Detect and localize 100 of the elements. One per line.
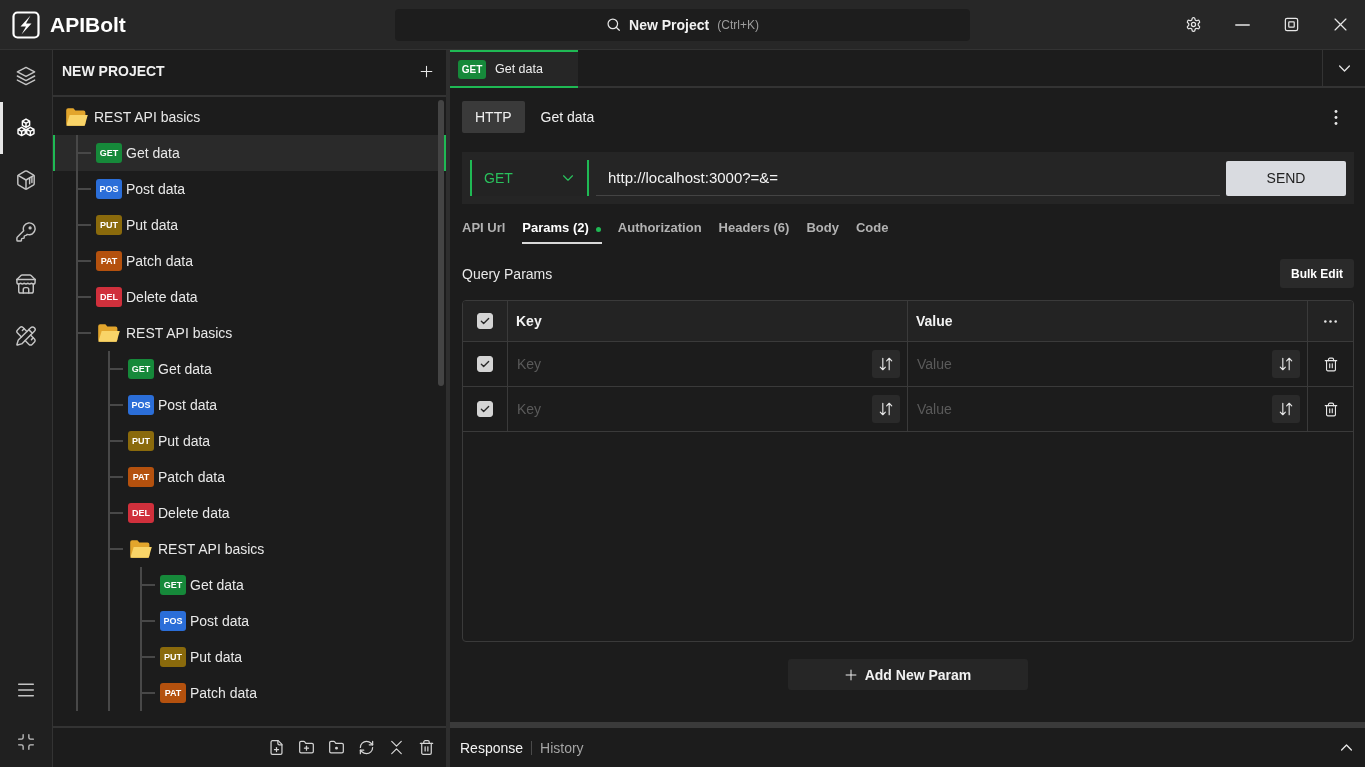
more-horizontal-icon[interactable] [1324, 319, 1337, 323]
sort-arrows-icon [879, 402, 893, 416]
trash-icon[interactable] [418, 740, 434, 755]
search-title: New Project [629, 16, 710, 33]
key-field[interactable]: Key [517, 395, 872, 423]
method-badge: DEL [96, 287, 122, 307]
section-title: Query Params [462, 265, 553, 282]
method-select[interactable]: GET [470, 160, 589, 196]
method-badge: POS [128, 395, 154, 415]
sort-arrows-icon [1279, 357, 1293, 371]
tree-item[interactable]: PUT Put data [53, 207, 446, 243]
checkbox[interactable] [477, 313, 493, 329]
plus-icon[interactable] [420, 64, 433, 78]
trash-icon[interactable] [1323, 401, 1338, 417]
chevrons-in-icon[interactable] [388, 740, 404, 755]
tree-item[interactable]: POS Post data [53, 387, 446, 423]
tree-item[interactable]: GET Get data [53, 135, 446, 171]
method-badge: GET [160, 575, 186, 595]
method-badge: GET [96, 143, 122, 163]
tree-item[interactable]: DEL Delete data [53, 279, 446, 315]
close-icon[interactable] [1333, 17, 1348, 32]
section-tab[interactable]: Body [806, 212, 840, 244]
column-header: Key [508, 301, 908, 341]
trash-icon[interactable] [1323, 356, 1338, 372]
tree-item[interactable]: REST API basics [53, 315, 446, 351]
file-plus-icon[interactable] [268, 740, 284, 755]
panel-tab[interactable]: History [540, 739, 584, 756]
swap-button[interactable] [872, 350, 900, 378]
tree-item[interactable]: POS Post data [53, 171, 446, 207]
section-tab[interactable]: Headers (6) [718, 212, 791, 244]
storefront-icon [16, 274, 36, 294]
chevron-up-icon[interactable] [1341, 744, 1352, 751]
tree-item[interactable]: GET Get data [53, 351, 446, 387]
check-icon [480, 359, 490, 369]
request-name: Get data [540, 109, 595, 125]
tree-item[interactable]: PUT Put data [53, 639, 446, 675]
cube-icon [16, 170, 36, 190]
key-field[interactable]: Key [517, 350, 872, 378]
swap-button[interactable] [872, 395, 900, 423]
method-badge: PAT [128, 467, 154, 487]
more-vertical-icon[interactable] [1334, 109, 1338, 125]
value-field[interactable]: Value [917, 350, 1272, 378]
url-bar[interactable]: GET http://localhost:3000?=&= SEND [462, 152, 1354, 204]
section-tab[interactable]: Params (2) [522, 212, 602, 244]
checkbox[interactable] [477, 401, 493, 417]
settings-icon[interactable] [1186, 17, 1201, 32]
protocol-selector[interactable]: HTTP [462, 101, 525, 133]
request-tab[interactable]: GET Get data [450, 50, 578, 88]
bulk-edit-button[interactable]: Bulk Edit [1280, 259, 1354, 288]
check-icon [480, 404, 490, 414]
tree-item[interactable]: GET Get data [53, 567, 446, 603]
sidebar-title: NEW PROJECT [62, 63, 165, 79]
add-param-button[interactable]: Add New Param [788, 659, 1028, 690]
url-field[interactable]: http://localhost:3000?=&= [596, 160, 1220, 196]
scrollbar-thumb[interactable] [438, 100, 444, 386]
section-tab[interactable]: API Url [462, 212, 507, 244]
section-tab[interactable]: Authorization [617, 212, 703, 244]
method-badge: POS [160, 611, 186, 631]
tree-item[interactable]: POS Post data [53, 603, 446, 639]
tree-item[interactable]: REST API basics [53, 531, 446, 567]
tree-item[interactable]: DEL Delete data [53, 495, 446, 531]
shortcut-hint: (Ctrl+K) [717, 17, 759, 32]
command-search-bar[interactable]: New Project (Ctrl+K) [395, 8, 970, 41]
swap-button[interactable] [1272, 395, 1300, 423]
cubes-icon [16, 118, 36, 138]
swap-button[interactable] [1272, 350, 1300, 378]
tree-item[interactable]: PUT Put data [53, 423, 446, 459]
plus-icon [844, 668, 857, 681]
chevron-down-icon [563, 175, 573, 181]
chevron-down-icon [1338, 64, 1350, 72]
tree-item[interactable]: PAT Patch data [53, 675, 446, 711]
minimize-icon[interactable] [1235, 23, 1250, 26]
panel-tab[interactable]: Response [460, 739, 524, 756]
check-icon [480, 316, 490, 326]
section-tab[interactable]: Code [855, 212, 890, 244]
pencil-ruler-icon [16, 326, 36, 346]
folder-plus-icon[interactable] [298, 740, 314, 755]
maximize-icon[interactable] [1284, 17, 1299, 32]
checkbox[interactable] [477, 356, 493, 372]
menu-icon[interactable] [17, 681, 35, 699]
sort-arrows-icon [1279, 402, 1293, 416]
method-badge: PUT [96, 215, 122, 235]
layers-icon [16, 66, 36, 86]
method-badge: PAT [160, 683, 186, 703]
refresh-icon[interactable] [358, 740, 374, 755]
tree-item[interactable]: REST API basics [53, 99, 446, 135]
method-badge: PAT [96, 251, 122, 271]
collapse-corners-icon[interactable] [17, 732, 35, 751]
sort-arrows-icon [879, 357, 893, 371]
tree-item[interactable]: PAT Patch data [53, 243, 446, 279]
value-field[interactable]: Value [917, 395, 1272, 423]
tree-item[interactable]: PAT Patch data [53, 459, 446, 495]
app-name: APIBolt [50, 12, 126, 37]
column-header: Value [908, 301, 1308, 341]
method-badge: DEL [128, 503, 154, 523]
send-button[interactable]: SEND [1226, 160, 1346, 196]
method-badge: GET [458, 59, 486, 79]
key-icon [16, 222, 36, 242]
bolt-logo-icon [12, 10, 40, 39]
method-badge: PUT [128, 431, 154, 451]
